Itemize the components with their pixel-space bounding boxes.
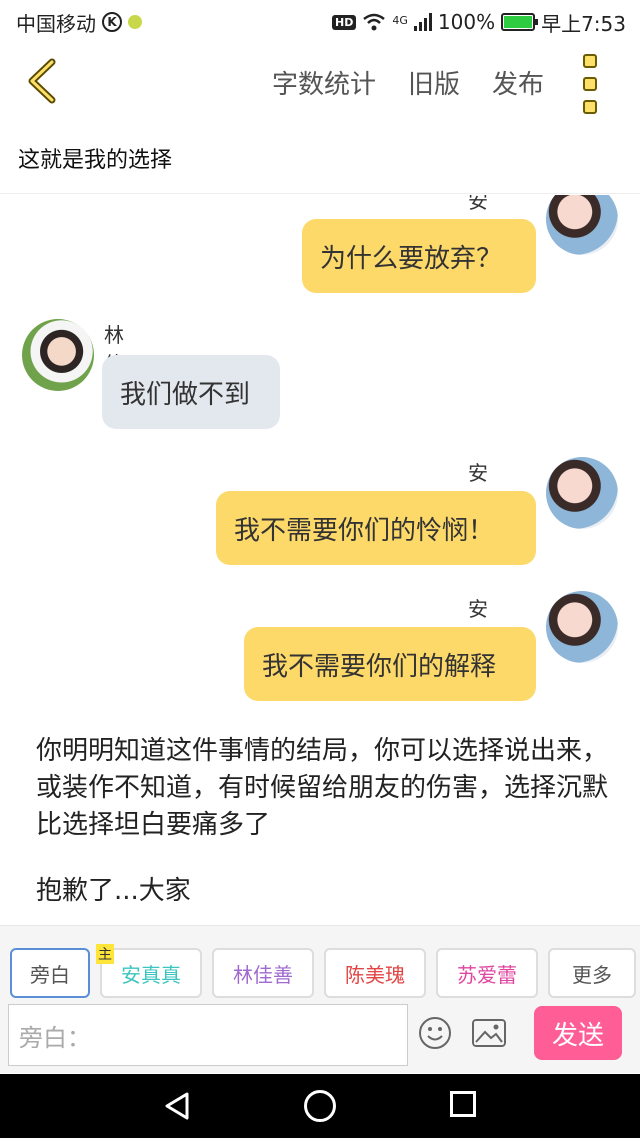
network-type-label: 4G [392, 13, 408, 27]
message-bubble[interactable]: 我不需要你们的怜悯！ [216, 491, 536, 565]
document-title[interactable]: 这就是我的选择 [0, 122, 640, 194]
emoji-icon[interactable] [418, 1016, 452, 1050]
role-selector: 旁白 主 安真真 林佳善 陈美瑰 苏爱蕾 更多 [10, 944, 636, 998]
role-cmg-button[interactable]: 陈美瑰 [324, 948, 426, 998]
more-roles-button[interactable]: 更多 [548, 948, 636, 998]
send-button[interactable]: 发送 [534, 1006, 622, 1060]
old-version-button[interactable]: 旧版 [408, 64, 460, 101]
word-count-button[interactable]: 字数统计 [272, 64, 376, 101]
signal-icon [413, 13, 432, 31]
clock: 早上7:53 [541, 11, 626, 36]
image-icon[interactable] [472, 1019, 506, 1047]
back-icon[interactable] [20, 56, 70, 106]
avatar[interactable] [22, 319, 94, 391]
narration-text[interactable]: 抱歉了...大家 [36, 873, 616, 910]
role-narrator-button[interactable]: 旁白 [10, 948, 90, 998]
avatar[interactable] [546, 591, 618, 663]
k-icon: K [102, 12, 122, 32]
role-label: 旁白 [30, 962, 70, 987]
input-placeholder: 旁白： [19, 1023, 91, 1052]
role-ljs-button[interactable]: 林佳善 [212, 948, 314, 998]
role-label: 更多 [572, 962, 612, 987]
avatar[interactable] [546, 457, 618, 529]
carrier-label: 中国移动 [16, 11, 96, 36]
battery-icon [501, 13, 539, 31]
role-label: 苏爱蕾 [457, 962, 517, 987]
role-label: 陈美瑰 [345, 962, 405, 987]
message-bubble[interactable]: 我们做不到 [102, 355, 280, 429]
narration-text[interactable]: 你明明知道这件事情的结局，你可以选择说出来，或装作不知道，有时候留给朋友的伤害，… [36, 733, 616, 844]
role-label: 安真真 [121, 962, 181, 987]
role-anzz-button[interactable]: 主 安真真 [96, 944, 202, 998]
role-sal-button[interactable]: 苏爱蕾 [436, 948, 538, 998]
message-bubble[interactable]: 为什么要放弃？ [302, 219, 536, 293]
notification-icon [128, 15, 142, 29]
publish-button[interactable]: 发布 [492, 64, 544, 101]
avatar[interactable] [546, 195, 618, 255]
nav-recent-icon[interactable] [450, 1091, 476, 1117]
more-menu-icon[interactable] [578, 54, 602, 114]
owner-tag: 主 [96, 944, 114, 964]
message-bubble[interactable]: 我不需要你们的解释 [244, 627, 536, 701]
system-nav-bar [0, 1074, 640, 1138]
status-bar: 中国移动 K HD 4G 100% 早上7:53 [0, 0, 640, 44]
message-input[interactable]: 旁白： [8, 1004, 408, 1066]
battery-percent: 100% [437, 10, 496, 34]
nav-home-icon[interactable] [304, 1090, 336, 1122]
input-panel: 旁白 主 安真真 林佳善 陈美瑰 苏爱蕾 更多 旁白： 发送 [0, 925, 640, 1073]
chat-area[interactable]: 安真真 为什么要放弃？ 林佳善 我们做不到 安真真 我不需要你们的怜悯！ 安真真… [0, 195, 640, 925]
top-bar: 字数统计 旧版 发布 [0, 44, 640, 122]
wifi-icon [363, 13, 386, 31]
role-label: 林佳善 [233, 962, 293, 987]
hd-icon: HD [332, 14, 357, 30]
nav-back-icon[interactable] [164, 1092, 190, 1120]
